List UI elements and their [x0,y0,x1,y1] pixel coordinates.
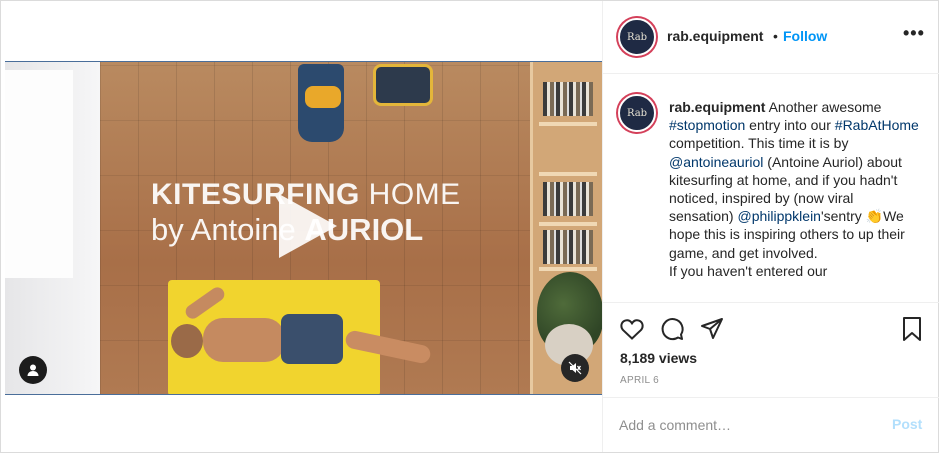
caption-segment: If you haven't entered our [669,262,828,279]
video-scene-person-head [171,324,203,358]
user-tag-button[interactable] [19,356,47,384]
heart-icon[interactable] [619,316,645,342]
video-scene-board-pad [305,86,341,108]
post-comment-button[interactable]: Post [892,416,922,432]
caption-segment: entry into our [745,117,835,134]
play-icon[interactable] [279,194,337,258]
comment-icon[interactable] [659,316,685,342]
header-separator: • [773,28,778,44]
video-player[interactable]: KITESURFING HOME by Antoine AURIOL [5,61,602,395]
mention-link[interactable]: @antoineauriol [669,154,763,170]
video-scene-person-torso [203,318,285,362]
bookmark-icon[interactable] [899,316,925,342]
share-icon[interactable] [699,316,725,342]
avatar-logo-text: Rab [626,107,648,119]
post-side-panel: Rab rab.equipment • Follow ••• Rab rab.e… [602,1,939,452]
view-count[interactable]: 8,189 views [620,350,697,366]
post-header: Rab rab.equipment • Follow ••• [603,1,939,74]
caption-text: rab.equipment Another awesome #stopmotio… [669,98,921,280]
speaker-muted-icon [568,361,582,375]
media-area: KITESURFING HOME by Antoine AURIOL [3,3,602,452]
video-scene-person-shorts [281,314,343,364]
avatar[interactable]: Rab [618,18,656,56]
caption-area: Rab rab.equipment Another awesome #stopm… [603,75,939,303]
instagram-post: KITESURFING HOME by Antoine AURIOL Rab r… [0,0,939,453]
header-username-link[interactable]: rab.equipment [667,28,763,44]
caption-avatar[interactable]: Rab [618,94,656,132]
hashtag-link[interactable]: #stopmotion [669,117,745,133]
caption-username-link[interactable]: rab.equipment [669,99,765,115]
caption-segment: Another awesome [765,99,882,115]
video-scene-bag [373,64,433,106]
comment-input[interactable] [619,415,869,435]
caption-segment: competition. This time it is by [669,135,849,152]
more-options-icon[interactable]: ••• [903,23,925,44]
mute-button[interactable] [561,354,589,382]
user-icon [27,364,39,376]
avatar-logo-text: Rab [626,31,648,43]
mention-link[interactable]: @philippklein [737,208,820,224]
video-scene-window [5,70,73,278]
post-actions: 8,189 views APRIL 6 [603,303,939,398]
hashtag-link[interactable]: #RabAtHome [835,117,919,133]
follow-button[interactable]: Follow [783,28,827,44]
post-date[interactable]: APRIL 6 [620,375,659,386]
comment-box: Post [603,398,939,452]
